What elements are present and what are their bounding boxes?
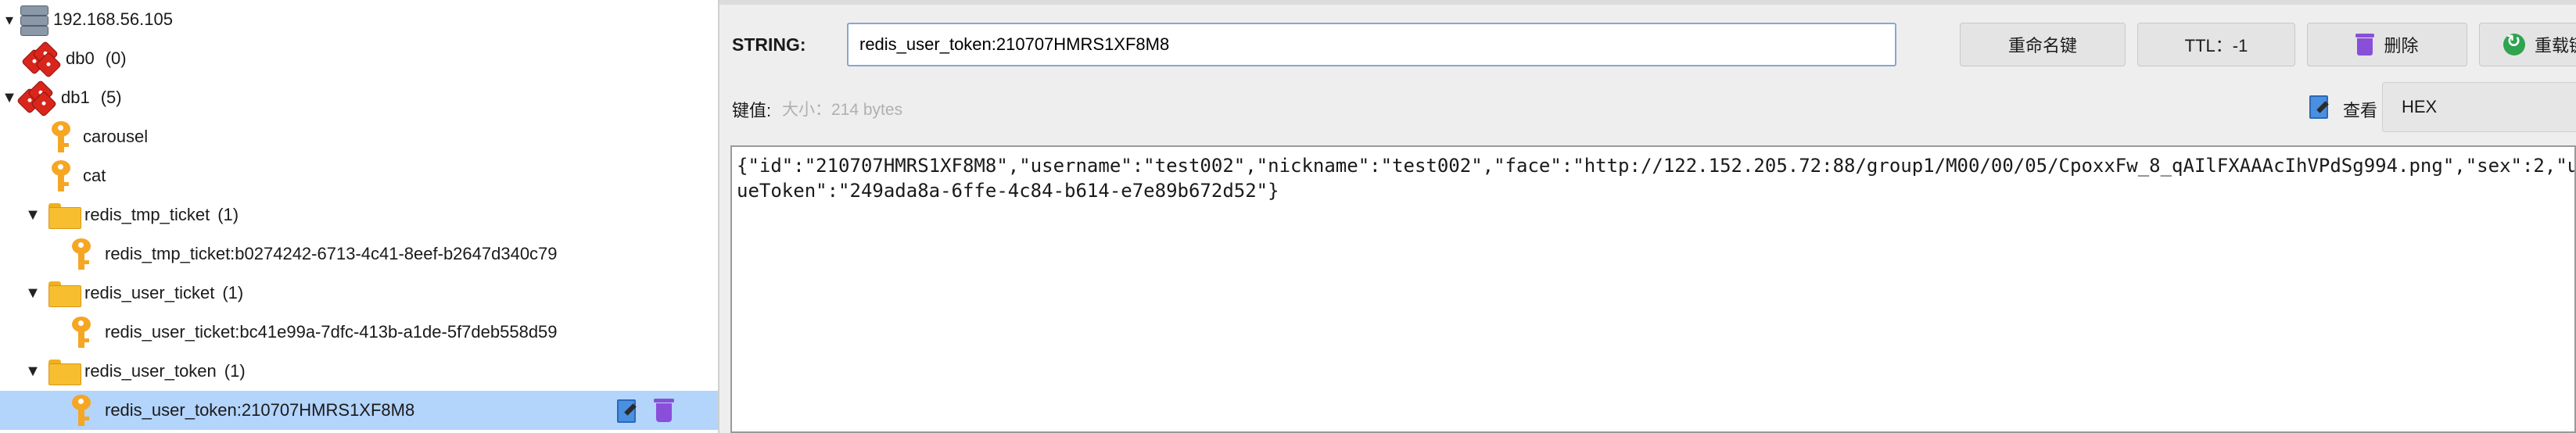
key-tree-panel: ▾ 192.168.56.105 db0 (0) ▼ db1 (5) carou…: [0, 0, 719, 433]
folder-label: redis_tmp_ticket: [84, 205, 210, 224]
tree-folder-redis-user-ticket[interactable]: ▼ redis_user_ticket (1): [0, 274, 718, 313]
key-name-input[interactable]: [847, 23, 1896, 66]
ttl-label: TTL：-1: [2184, 36, 2248, 55]
top-divider: [719, 0, 2576, 5]
value-size-label: 大小：214 bytes: [782, 101, 903, 119]
view-icon[interactable]: [2307, 94, 2330, 120]
key-label: redis_user_token:210707HMRS1XF8M8: [105, 400, 415, 420]
key-icon: [70, 237, 94, 271]
tree-db1-node[interactable]: ▼ db1 (5): [0, 78, 718, 117]
key-value-panel: STRING: 重命名键 TTL：-1 删除 重载键值 键值: 大小：214 b…: [719, 0, 2576, 433]
expand-arrow[interactable]: ▾: [0, 10, 19, 30]
edit-icon[interactable]: [615, 398, 637, 423]
trash-icon: [2355, 33, 2375, 56]
redis-desktop-manager: ▾ 192.168.56.105 db0 (0) ▼ db1 (5) carou…: [0, 0, 2576, 433]
tree-folder-redis-tmp-ticket[interactable]: ▼ redis_tmp_ticket (1): [0, 195, 718, 234]
folder-count: (1): [217, 205, 239, 224]
db-label: db0: [66, 48, 95, 68]
reload-label: 重载键值: [2535, 36, 2576, 55]
tree-key-cat[interactable]: cat: [0, 156, 718, 195]
view-format-value: HEX: [2402, 97, 2438, 116]
server-icon: [19, 4, 48, 36]
delete-label: 删除: [2384, 36, 2419, 55]
collapse-arrow[interactable]: ▼: [23, 206, 42, 224]
row-actions: [615, 398, 674, 423]
value-line: {"id":"210707HMRS1XF8M8","username":"tes…: [737, 155, 2576, 177]
reload-value-button[interactable]: 重载键值: [2479, 23, 2576, 66]
database-icon: [16, 80, 57, 117]
tree-key-carousel[interactable]: carousel: [0, 117, 718, 156]
db-count: (5): [100, 88, 122, 107]
key-icon: [50, 120, 74, 154]
view-format-select[interactable]: HEX ⌃: [2382, 82, 2576, 132]
view-as-label: 查看: [2343, 101, 2378, 120]
db-count: (0): [105, 48, 127, 68]
delete-key-button[interactable]: 删除: [2307, 23, 2467, 66]
server-label: 192.168.56.105: [53, 9, 173, 29]
folder-count: (1): [222, 283, 244, 302]
folder-icon: [47, 202, 81, 229]
db-label: db1: [61, 88, 90, 107]
value-line: ueToken":"249ada8a-6ffe-4c84-b614-e7e89b…: [737, 180, 1279, 202]
folder-label: redis_user_token: [84, 361, 217, 381]
tree-db0-node[interactable]: db0 (0): [0, 39, 718, 78]
ttl-button[interactable]: TTL：-1: [2137, 23, 2295, 66]
folder-icon: [47, 280, 81, 307]
key-icon: [70, 315, 94, 349]
key-type-label: STRING:: [732, 34, 806, 55]
tree-folder-redis-user-token[interactable]: ▼ redis_user_token (1): [0, 352, 718, 391]
tree-key-redis-tmp-ticket[interactable]: redis_tmp_ticket:b0274242-6713-4c41-8eef…: [0, 234, 718, 274]
folder-icon: [47, 358, 81, 385]
tree-key-redis-user-token-selected[interactable]: redis_user_token:210707HMRS1XF8M8: [0, 391, 718, 430]
folder-label: redis_user_ticket: [84, 283, 215, 302]
tree-key-redis-user-ticket[interactable]: redis_user_ticket:bc41e99a-7dfc-413b-a1d…: [0, 313, 718, 352]
key-label: redis_user_ticket:bc41e99a-7dfc-413b-a1d…: [105, 322, 558, 342]
trash-icon[interactable]: [654, 398, 674, 423]
collapse-arrow[interactable]: ▼: [0, 89, 19, 107]
database-icon: [21, 41, 62, 78]
key-label: redis_tmp_ticket:b0274242-6713-4c41-8eef…: [105, 244, 558, 263]
tree-server-node[interactable]: ▾ 192.168.56.105: [0, 0, 718, 39]
key-icon: [70, 393, 94, 428]
rename-key-button[interactable]: 重命名键: [1960, 23, 2126, 66]
key-label: carousel: [83, 127, 149, 146]
rename-key-label: 重命名键: [2007, 36, 2077, 55]
key-icon: [50, 159, 74, 193]
reload-icon: [2503, 32, 2525, 55]
key-label: cat: [83, 166, 106, 185]
collapse-arrow[interactable]: ▼: [23, 363, 42, 381]
collapse-arrow[interactable]: ▼: [23, 284, 42, 302]
folder-count: (1): [224, 361, 246, 381]
value-editor[interactable]: {"id":"210707HMRS1XF8M8","username":"tes…: [730, 145, 2576, 433]
value-label: 键值:: [732, 101, 772, 120]
